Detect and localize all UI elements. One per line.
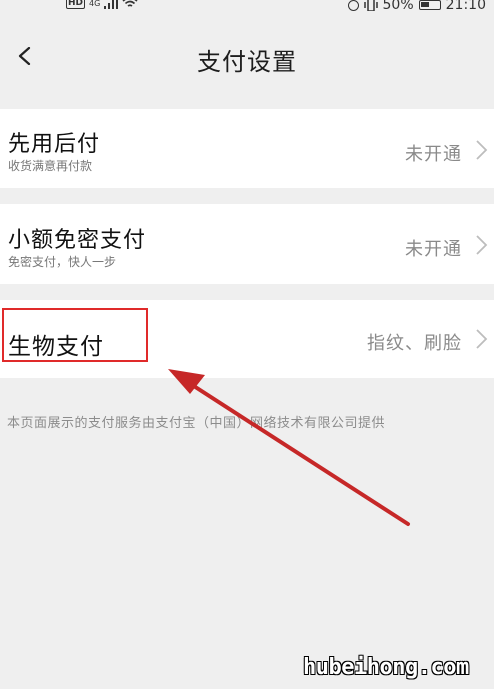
watermark: hubeihong.com [303,655,469,680]
annotation-arrow [168,369,410,526]
